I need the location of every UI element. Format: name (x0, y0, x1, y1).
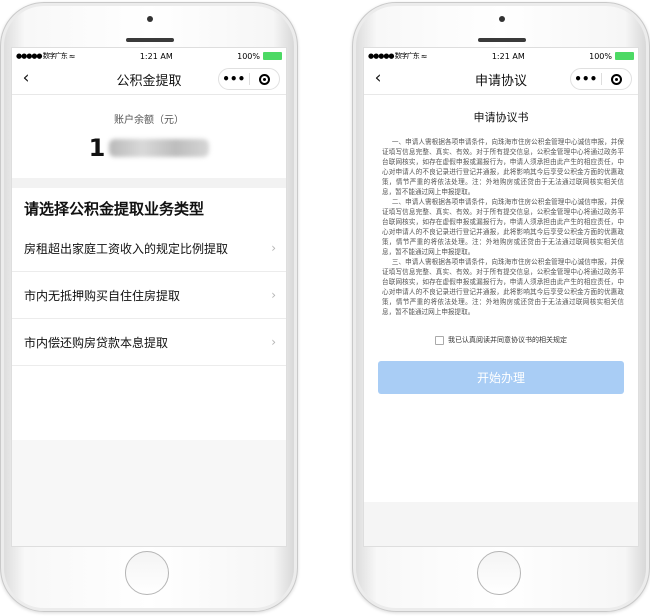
balance-visible-digit: 1 (88, 134, 106, 162)
target-circle-icon (610, 73, 622, 85)
list-item-loan-withdrawal[interactable]: 市内偿还购房贷款本息提取 › (12, 319, 286, 366)
battery-icon (262, 52, 282, 60)
right-phone: ●●●●● 数字广东 ≈ 1:21 AM 100% ‹ 申请协议 ••• 申请协… (352, 2, 650, 612)
home-button[interactable] (477, 551, 521, 595)
list-item-rent-withdrawal[interactable]: 房租超出家庭工资收入的规定比例提取 › (12, 225, 286, 272)
earpiece-speaker (126, 38, 174, 42)
close-miniprogram-button[interactable] (250, 73, 280, 85)
bottom-background (364, 502, 638, 546)
right-screen: ●●●●● 数字广东 ≈ 1:21 AM 100% ‹ 申请协议 ••• 申请协… (363, 47, 639, 547)
chevron-right-icon: › (271, 241, 276, 255)
balance-label: 账户余额（元） (114, 115, 184, 126)
chevron-right-icon: › (271, 335, 276, 349)
agreement-paragraph: 二、申请人需根据各项申请条件，向珠海市住房公积金管理中心诚信申报，并保证填写信息… (382, 198, 624, 256)
carrier-label: ●●●●● 数字广东 (16, 52, 68, 60)
target-circle-icon (258, 73, 270, 85)
agree-checkbox[interactable] (435, 335, 444, 345)
agree-label[interactable]: 我已认真阅读并同意协议书的相关规定 (448, 335, 567, 345)
more-icon[interactable]: ••• (571, 72, 601, 86)
wifi-icon: ≈ (420, 51, 428, 61)
section-title: 请选择公积金提取业务类型 (24, 200, 205, 218)
earpiece-speaker (478, 38, 526, 42)
status-time: 1:21 AM (139, 51, 173, 61)
agree-row[interactable]: 我已认真阅读并同意协议书的相关规定 (364, 335, 638, 345)
front-camera (147, 16, 153, 22)
empty-background (12, 440, 286, 546)
list-item-label: 市内偿还购房贷款本息提取 (24, 335, 169, 350)
back-icon[interactable]: ‹ (18, 68, 34, 88)
left-phone: ●●●●● 数字广东 ≈ 1:21 AM 100% ‹ 公积金提取 ••• 账户… (0, 2, 298, 612)
close-miniprogram-button[interactable] (602, 73, 632, 85)
agreement-body: 一、申请人需根据各项申请条件，向珠海市住房公积金管理中心诚信申报，并保证填写信息… (382, 137, 624, 317)
left-screen: ●●●●● 数字广东 ≈ 1:21 AM 100% ‹ 公积金提取 ••• 账户… (11, 47, 287, 547)
home-button[interactable] (125, 551, 169, 595)
section-divider (12, 178, 286, 188)
list-item-label: 市内无抵押购买自住住房提取 (24, 288, 181, 303)
agreement-paragraph: 三、申请人需根据各项申请条件，向珠海市住房公积金管理中心诚信申报，并保证填写信息… (382, 258, 624, 316)
front-camera (499, 16, 505, 22)
carrier-label: ●●●●● 数字广东 (368, 52, 420, 60)
agreement-paragraph: 一、申请人需根据各项申请条件，向珠海市住房公积金管理中心诚信申报，并保证填写信息… (382, 138, 624, 196)
balance-blurred-amount (109, 139, 210, 157)
more-icon[interactable]: ••• (219, 72, 249, 86)
wifi-icon: ≈ (68, 51, 76, 61)
page-title: 申请协议 (474, 73, 527, 89)
battery-percent: 100% (237, 51, 260, 61)
status-time: 1:21 AM (491, 51, 525, 61)
battery-percent: 100% (589, 51, 612, 61)
agreement-title: 申请协议书 (473, 111, 529, 124)
miniprogram-capsule: ••• (570, 68, 632, 90)
list-item-purchase-withdrawal[interactable]: 市内无抵押购买自住住房提取 › (12, 272, 286, 319)
list-item-label: 房租超出家庭工资收入的规定比例提取 (24, 241, 229, 256)
page-title: 公积金提取 (116, 73, 182, 89)
balance-value: 1 (12, 134, 286, 162)
back-icon[interactable]: ‹ (370, 68, 386, 88)
nav-bar: ‹ 公积金提取 ••• (12, 64, 286, 95)
status-bar: ●●●●● 数字广东 ≈ 1:21 AM 100% (12, 48, 286, 64)
battery-icon (614, 52, 634, 60)
nav-bar: ‹ 申请协议 ••• (364, 64, 638, 95)
miniprogram-capsule: ••• (218, 68, 280, 90)
status-bar: ●●●●● 数字广东 ≈ 1:21 AM 100% (364, 48, 638, 64)
chevron-right-icon: › (271, 288, 276, 302)
start-button[interactable]: 开始办理 (378, 361, 624, 394)
